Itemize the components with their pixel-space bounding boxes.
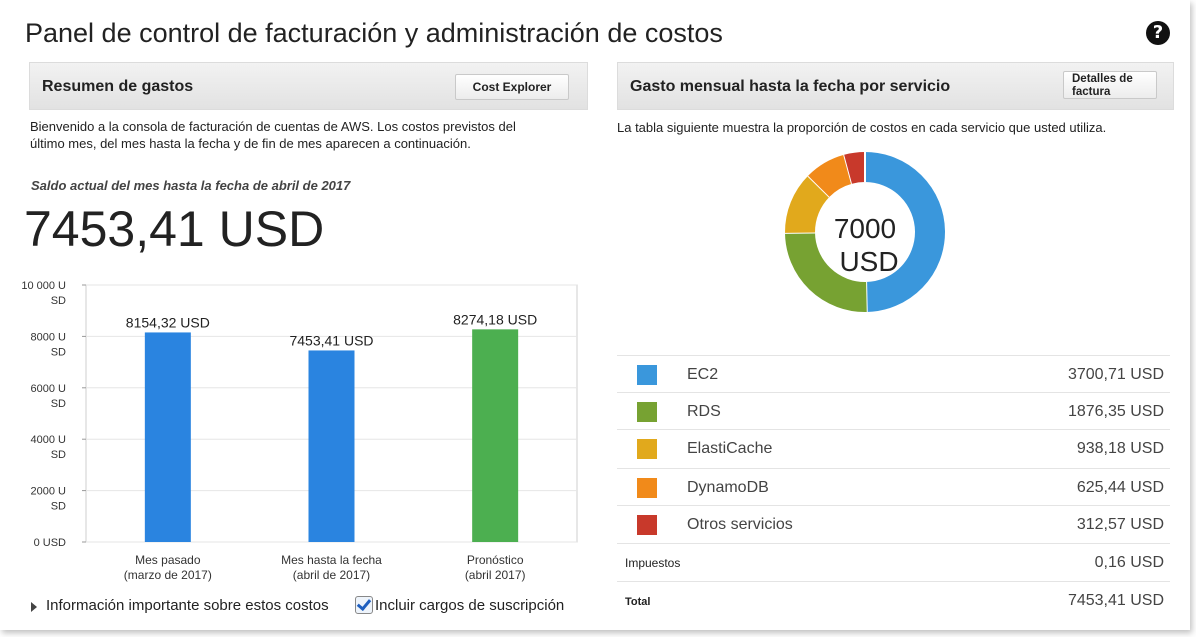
- services-donut-chart: 7000 USD: [784, 152, 945, 313]
- bar-data-label: 8154,32 USD: [126, 314, 210, 330]
- service-name: DynamoDB: [687, 479, 769, 496]
- y-tick-label: SD: [51, 449, 66, 461]
- service-value: 3700,71 USD: [1067, 366, 1164, 383]
- summary-description: Bienvenido a la consola de facturación d…: [30, 118, 585, 152]
- subscription-charges-checkbox[interactable]: [355, 596, 373, 614]
- service-row-otros: Otros servicios 312,57 USD: [617, 505, 1170, 542]
- services-header-bar: Gasto mensual hasta la fecha por servici…: [617, 62, 1174, 110]
- bar-data-label: 8274,18 USD: [453, 311, 537, 327]
- y-tick-label: SD: [51, 346, 66, 358]
- x-category-label: (abril 2017): [465, 568, 526, 582]
- bar: [144, 332, 191, 542]
- service-name: ElastiCache: [687, 440, 773, 457]
- page-title: Panel de control de facturación y admini…: [25, 18, 723, 48]
- service-value: 625,44 USD: [1076, 479, 1164, 496]
- y-tick-label: SD: [51, 295, 66, 307]
- services-header-title: Gasto mensual hasta la fecha por servici…: [630, 78, 951, 95]
- spend-bar-chart: 10 000 U SD 8000 U SD 6000 U SD 4000 U SD 2000 U…: [21, 280, 578, 582]
- cost-explorer-button[interactable]: Cost Explorer: [455, 74, 569, 100]
- donut-center-unit: USD: [839, 246, 898, 277]
- x-category-label: Mes hasta la fecha: [281, 553, 382, 567]
- y-tick-label: 2000 U: [31, 486, 67, 498]
- x-category-label: Mes pasado: [135, 553, 201, 567]
- service-name: EC2: [687, 366, 719, 383]
- total-value: 7453,41 USD: [1067, 592, 1164, 609]
- summary-header-title: Resumen de gastos: [42, 78, 194, 95]
- x-category-label: (abril de 2017): [293, 568, 370, 582]
- dashboard-frame: Panel de control de facturación y admini…: [0, 0, 1190, 630]
- elasticache-swatch: [637, 439, 657, 459]
- service-value: 938,18 USD: [1076, 440, 1164, 457]
- tax-row: Impuestos 0,16 USD: [617, 543, 1170, 580]
- bar: [472, 329, 519, 542]
- balance-subheading: Saldo actual del mes hasta la fecha de a…: [31, 178, 351, 193]
- service-row-dynamodb: DynamoDB 625,44 USD: [617, 468, 1170, 505]
- billing-details-button-line1: Detalles de: [1072, 73, 1133, 85]
- service-value: 312,57 USD: [1076, 516, 1164, 533]
- total-row: Total 7453,41 USD: [617, 581, 1170, 618]
- y-tick-label: 4000 U: [31, 434, 67, 446]
- billing-details-button[interactable]: Detalles de factura: [1063, 71, 1157, 99]
- billing-details-button-line2: factura: [1072, 86, 1111, 98]
- y-tick-label: 0 USD: [34, 537, 66, 549]
- service-row-rds: RDS 1876,35 USD: [617, 392, 1170, 429]
- donut-slice: [785, 175, 830, 234]
- y-tick-label: 6000 U: [31, 383, 67, 395]
- summary-description-line1: Bienvenido a la consola de facturación d…: [30, 119, 516, 134]
- help-icon[interactable]: ?: [1146, 21, 1170, 45]
- summary-header-bar: Resumen de gastos Cost Explorer: [29, 62, 588, 110]
- important-info-link[interactable]: Información importante sobre estos costo…: [46, 597, 329, 614]
- donut-slice: [844, 152, 866, 184]
- x-category-label: Pronóstico: [467, 553, 524, 567]
- current-balance: 7453,41 USD: [24, 201, 325, 257]
- service-name: RDS: [687, 403, 721, 420]
- service-name: Otros servicios: [687, 516, 793, 533]
- donut-center-value: 7000: [834, 213, 896, 244]
- summary-description-line2: último mes, del mes hasta la fecha y de …: [30, 136, 471, 151]
- y-tick-label: 8000 U: [31, 331, 67, 343]
- y-tick-label: 10 000 U: [21, 280, 66, 292]
- ec2-swatch: [637, 365, 657, 385]
- y-tick-label: SD: [51, 501, 66, 513]
- service-row-elasticache: ElastiCache 938,18 USD: [617, 429, 1170, 466]
- service-row-ec2: EC2 3700,71 USD: [617, 355, 1170, 392]
- expand-triangle-icon[interactable]: [31, 602, 37, 612]
- rds-swatch: [637, 402, 657, 422]
- tax-value: 0,16 USD: [1094, 554, 1164, 571]
- y-tick-label: SD: [51, 398, 66, 410]
- total-label: Total: [625, 596, 651, 608]
- donut-slice: [808, 154, 853, 198]
- bar: [308, 350, 355, 542]
- tax-label: Impuestos: [625, 556, 681, 570]
- x-category-label: (marzo de 2017): [124, 568, 212, 582]
- services-description: La tabla siguiente muestra la proporción…: [617, 120, 1107, 135]
- bar-data-label: 7453,41 USD: [289, 332, 373, 348]
- otros-swatch: [637, 515, 657, 535]
- service-value: 1876,35 USD: [1067, 403, 1164, 420]
- dynamodb-swatch: [637, 478, 657, 498]
- subscription-charges-label: Incluir cargos de suscripción: [375, 597, 565, 614]
